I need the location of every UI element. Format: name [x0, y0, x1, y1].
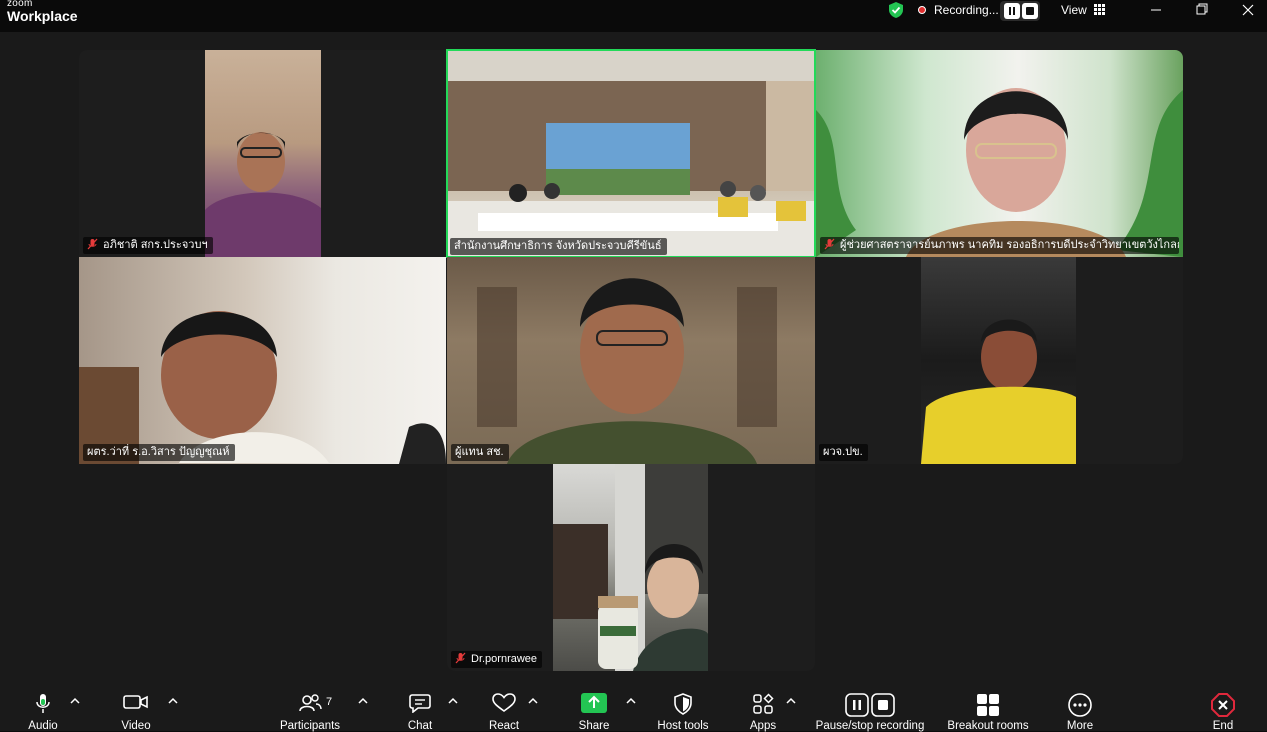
end-meeting-button[interactable]: End [1202, 683, 1244, 732]
participant-nameplate: สำนักงานศึกษาธิการ จังหวัดประจวบคีรีขันธ… [450, 238, 667, 255]
participant-name: Dr.pornrawee [471, 653, 538, 665]
pause-stop-recording-icon [845, 693, 895, 717]
participant-video [205, 50, 321, 257]
participant-nameplate: Dr.pornrawee [451, 651, 543, 668]
participant-nameplate: ผู้ช่วยศาสตราจารย์นภาพร นาคทิม รองอธิการ… [820, 237, 1179, 254]
recording-controls [1000, 1, 1040, 21]
participant-name: อภิชาติ สกร.ประจวบฯ [103, 239, 208, 251]
participants-options-chevron-up-icon[interactable] [358, 697, 368, 705]
react-options-chevron-up-icon[interactable] [528, 697, 538, 705]
participant-tile[interactable]: อภิชาติ สกร.ประจวบฯ [79, 50, 446, 257]
participant-silhouette-icon [477, 278, 777, 464]
participant-video [447, 257, 815, 464]
video-button[interactable]: Video [110, 683, 162, 732]
apps-button[interactable]: Apps [742, 683, 784, 732]
participant-video [79, 257, 446, 464]
recording-status: Recording... [934, 3, 999, 17]
more-button[interactable]: More [1058, 683, 1102, 732]
participant-silhouette-icon [816, 88, 1183, 257]
breakout-rooms-icon [977, 694, 999, 716]
participant-video [921, 257, 1076, 464]
participant-name: สำนักงานศึกษาธิการ จังหวัดประจวบคีรีขันธ… [454, 240, 662, 252]
participants-icon [299, 694, 322, 712]
breakout-rooms-button[interactable]: Breakout rooms [942, 683, 1034, 732]
participants-button[interactable]: 7 Participants [276, 683, 344, 732]
recording-indicator-icon [918, 6, 926, 14]
participant-name: ผวจ.ปข. [823, 446, 863, 458]
participant-silhouette-icon [921, 319, 1076, 464]
participant-silhouette-icon [205, 132, 321, 257]
host-tools-shield-icon [674, 693, 692, 715]
share-button[interactable]: Share [572, 683, 616, 732]
title-bar: zoom Workplace Recording... View [0, 0, 1267, 32]
brand-big: Workplace [7, 8, 78, 24]
video-camera-icon [123, 695, 148, 709]
participants-count: 7 [326, 696, 333, 708]
chat-label: Chat [407, 720, 433, 732]
chat-options-chevron-up-icon[interactable] [448, 697, 458, 705]
participant-silhouette-icon [553, 464, 708, 671]
stop-recording-icon[interactable] [1022, 3, 1038, 19]
chat-button[interactable]: Chat [398, 683, 442, 732]
encryption-shield-icon[interactable] [887, 1, 905, 19]
pause-stop-recording-button[interactable]: Pause/stop recording [810, 683, 930, 732]
view-button[interactable]: View [1061, 3, 1087, 17]
minimize-icon[interactable] [1136, 0, 1176, 22]
participant-nameplate: อภิชาติ สกร.ประจวบฯ [83, 237, 213, 254]
participants-label: Participants [279, 720, 341, 732]
mic-muted-icon [87, 238, 98, 250]
participant-name: ผู้ช่วยศาสตราจารย์นภาพร นาคทิม รองอธิการ… [840, 239, 1179, 251]
pause-stop-recording-label: Pause/stop recording [815, 720, 925, 732]
end-label: End [1212, 720, 1234, 732]
participant-video [553, 464, 708, 671]
restore-icon[interactable] [1182, 0, 1222, 22]
participant-tile[interactable]: ผู้แทน สช. [447, 257, 815, 464]
app-logo: zoom Workplace [7, 0, 78, 23]
participant-tile-active-speaker[interactable]: สำนักงานศึกษาธิการ จังหวัดประจวบคีรีขันธ… [446, 49, 816, 258]
share-label: Share [578, 720, 610, 732]
mic-muted-icon [455, 652, 466, 664]
close-icon[interactable] [1228, 0, 1267, 22]
participant-nameplate: ผู้แทน สช. [451, 444, 509, 461]
share-screen-icon [581, 693, 607, 713]
meeting-room-scene-icon [448, 51, 814, 256]
participant-tile[interactable]: Dr.pornrawee [447, 464, 815, 671]
apps-options-chevron-up-icon[interactable] [786, 697, 796, 705]
participant-tile[interactable]: ผู้ช่วยศาสตราจารย์นภาพร นาคทิม รองอธิการ… [816, 50, 1183, 257]
apps-label: Apps [749, 720, 777, 732]
participant-name: ผู้แทน สช. [455, 446, 504, 458]
end-meeting-icon [1211, 693, 1235, 717]
more-ellipsis-icon [1068, 693, 1092, 717]
host-tools-label: Host tools [657, 720, 709, 732]
participant-tile[interactable]: ผวจ.ปข. [815, 257, 1183, 464]
participant-tile[interactable]: ผตร.ว่าที่ ร.อ.วิสาร ปัญญชุณห์ [79, 257, 446, 464]
audio-button[interactable]: Audio [18, 683, 68, 732]
microphone-icon [36, 694, 50, 713]
apps-icon [753, 693, 774, 714]
react-button[interactable]: React [482, 683, 526, 732]
video-gallery: อภิชาติ สกร.ประจวบฯ สำนักงานศึกษาธิการ จ… [0, 32, 1267, 683]
video-label: Video [121, 720, 151, 732]
chat-bubble-icon [409, 694, 431, 713]
video-options-chevron-up-icon[interactable] [168, 697, 178, 705]
participant-nameplate: ผตร.ว่าที่ ร.อ.วิสาร ปัญญชุณห์ [83, 444, 235, 461]
participant-silhouette-icon [79, 311, 446, 464]
participant-name: ผตร.ว่าที่ ร.อ.วิสาร ปัญญชุณห์ [87, 446, 230, 458]
host-tools-button[interactable]: Host tools [652, 683, 714, 732]
participant-video [816, 50, 1183, 257]
heart-react-icon [492, 693, 516, 712]
meeting-toolbar: Audio Video 7 Participants Chat React Sh… [0, 683, 1267, 732]
audio-options-chevron-up-icon[interactable] [70, 697, 80, 705]
share-options-chevron-up-icon[interactable] [626, 697, 636, 705]
breakout-rooms-label: Breakout rooms [947, 720, 1029, 732]
participant-video [448, 51, 814, 256]
more-label: More [1066, 720, 1094, 732]
mic-muted-icon [824, 238, 835, 250]
grid-view-icon[interactable] [1094, 4, 1105, 15]
participant-nameplate: ผวจ.ปข. [819, 444, 868, 461]
pause-recording-icon[interactable] [1004, 3, 1020, 19]
react-label: React [488, 720, 520, 732]
audio-label: Audio [28, 720, 58, 732]
